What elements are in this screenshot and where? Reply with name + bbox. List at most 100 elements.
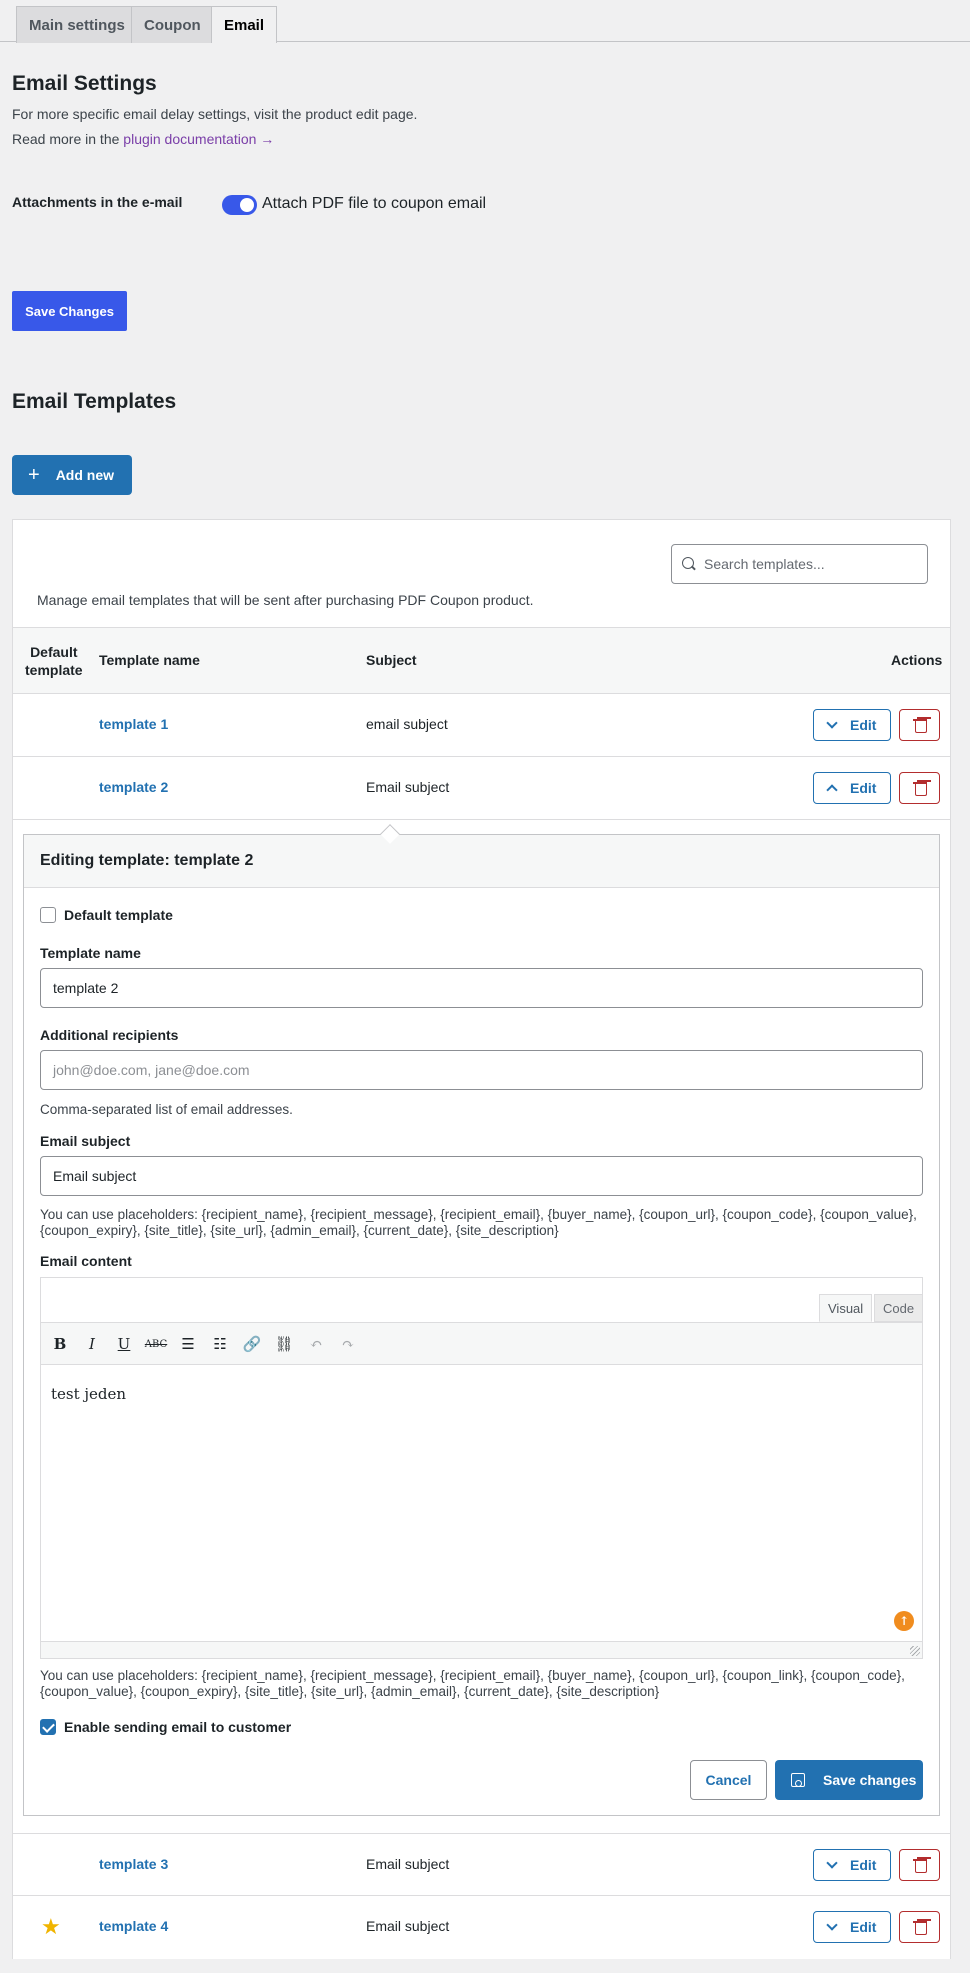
settings-intro: For more specific email delay settings, … — [12, 106, 418, 122]
toggle-knob — [240, 198, 254, 212]
recipients-input[interactable]: john@doe.com, jane@doe.com — [40, 1050, 923, 1090]
redo-icon[interactable]: ↷ — [337, 1334, 359, 1354]
col-template-name: Template name — [99, 652, 200, 668]
underline-icon[interactable]: U — [113, 1334, 135, 1354]
delete-button[interactable] — [899, 1849, 940, 1881]
edit-label: Edit — [850, 1919, 877, 1935]
trash-icon — [912, 1920, 927, 1935]
edit-button[interactable]: Edit — [813, 772, 891, 804]
editor-title: Editing template: template 2 — [40, 852, 254, 869]
col-actions: Actions — [891, 652, 943, 668]
numbered-list-icon[interactable]: ☷ — [209, 1334, 231, 1354]
cancel-button[interactable]: Cancel — [690, 1760, 767, 1800]
edit-label: Edit — [850, 1857, 877, 1873]
content-placeholders-help: You can use placeholders: {recipient_nam… — [40, 1668, 905, 1699]
template-name-label: Template name — [40, 945, 141, 961]
save-template-button[interactable]: Save changes — [775, 1760, 923, 1800]
attach-pdf-label: Attach PDF file to coupon email — [262, 195, 487, 212]
email-subject-input[interactable]: Email subject — [40, 1156, 923, 1196]
delete-button[interactable] — [899, 1911, 940, 1943]
page-title: Email Settings — [12, 72, 157, 95]
bullet-list-icon[interactable]: ☰ — [177, 1334, 199, 1354]
default-template-label: Default template — [64, 907, 173, 923]
templates-description: Manage email templates that will be sent… — [37, 592, 534, 608]
attachments-label: Attachments in the e-mail — [12, 194, 183, 210]
tab-code[interactable]: Code — [874, 1294, 924, 1322]
tab-visual[interactable]: Visual — [819, 1294, 873, 1322]
tab-coupon[interactable]: Coupon — [131, 6, 214, 43]
table-row: template 2 Email subject Edit — [13, 757, 950, 820]
col-default: Default template — [25, 643, 83, 679]
editor-statusbar — [41, 1641, 922, 1658]
template-subject: Email subject — [366, 1856, 450, 1872]
delete-button[interactable] — [899, 709, 940, 741]
read-more-prefix: Read more in the — [12, 131, 124, 147]
add-new-template-button[interactable]: + Add new — [12, 455, 132, 495]
search-box[interactable] — [671, 544, 928, 584]
strikethrough-icon[interactable]: ABC — [145, 1334, 167, 1354]
col-subject: Subject — [366, 652, 417, 668]
save-settings-button[interactable]: Save Changes — [12, 291, 127, 331]
col-default-line2: template — [25, 662, 83, 678]
recipients-help: Comma-separated list of email addresses. — [40, 1102, 293, 1117]
resize-handle-icon[interactable] — [910, 1646, 920, 1656]
default-star-icon[interactable]: ★ — [41, 1916, 61, 1938]
col-default-line1: Default — [30, 644, 78, 660]
template-name-link[interactable]: template 4 — [99, 1918, 168, 1934]
add-new-label: Add new — [55, 467, 115, 483]
templates-title: Email Templates — [12, 390, 177, 413]
email-subject-label: Email subject — [40, 1133, 131, 1149]
template-name-link[interactable]: template 2 — [99, 779, 168, 795]
template-subject: Email subject — [366, 1918, 450, 1934]
editor-header: Editing template: template 2 — [24, 835, 939, 888]
italic-icon[interactable]: I — [81, 1334, 103, 1354]
grammar-check-icon[interactable]: ↑ — [894, 1611, 914, 1631]
enable-sending-checkbox[interactable] — [40, 1719, 56, 1735]
save-template-label: Save changes — [823, 1772, 917, 1788]
save-icon — [791, 1773, 805, 1787]
template-editor-panel: Editing template: template 2 Default tem… — [23, 834, 940, 1816]
plus-icon: + — [28, 464, 40, 486]
edit-button[interactable]: Edit — [813, 709, 891, 741]
chevron-down-icon — [826, 1857, 838, 1869]
documentation-link[interactable]: plugin documentation → — [123, 131, 274, 147]
edit-label: Edit — [850, 717, 877, 733]
link-icon[interactable]: 🔗 — [241, 1334, 263, 1354]
delete-button[interactable] — [899, 772, 940, 804]
trash-icon — [912, 781, 927, 796]
templates-card: Manage email templates that will be sent… — [12, 519, 951, 1959]
bold-icon[interactable]: B — [49, 1334, 71, 1354]
search-input[interactable] — [704, 556, 904, 572]
template-name-link[interactable]: template 3 — [99, 1856, 168, 1872]
edit-button[interactable]: Edit — [813, 1911, 891, 1943]
edit-label: Edit — [850, 780, 877, 796]
table-row: ★ template 4 Email subject Edit — [13, 1896, 950, 1959]
trash-icon — [912, 718, 927, 733]
table-row: template 1 email subject Edit — [13, 694, 950, 757]
edit-button[interactable]: Edit — [813, 1849, 891, 1881]
table-row: template 3 Email subject Edit — [13, 1833, 950, 1896]
table-header: Default template Template name Subject A… — [13, 627, 950, 694]
tab-email[interactable]: Email — [211, 6, 278, 43]
template-subject: email subject — [366, 716, 448, 732]
undo-icon[interactable]: ↶ — [305, 1334, 327, 1354]
attach-pdf-toggle[interactable] — [222, 195, 257, 215]
template-name-input[interactable]: template 2 — [40, 968, 923, 1008]
read-more-line: Read more in the plugin documentation → — [12, 131, 274, 147]
search-icon — [682, 557, 696, 571]
enable-sending-label: Enable sending email to customer — [64, 1719, 292, 1735]
rich-text-editor: Visual Code B I U ABC ☰ ☷ 🔗 ⛓ ↶ ↷ test j… — [40, 1277, 924, 1659]
chevron-down-icon — [826, 1919, 838, 1931]
unlink-icon[interactable]: ⛓ — [273, 1334, 295, 1354]
editor-content-text: test jeden — [51, 1385, 127, 1403]
recipients-label: Additional recipients — [40, 1027, 179, 1043]
chevron-down-icon — [826, 717, 838, 729]
default-template-checkbox[interactable] — [40, 907, 56, 923]
tab-main-settings[interactable]: Main settings — [16, 6, 138, 43]
trash-icon — [912, 1858, 927, 1873]
subject-placeholders-help: You can use placeholders: {recipient_nam… — [40, 1207, 917, 1238]
template-name-link[interactable]: template 1 — [99, 716, 168, 732]
template-subject: Email subject — [366, 779, 450, 795]
email-content-label: Email content — [40, 1253, 132, 1269]
editor-content-area[interactable]: test jeden ↑ — [41, 1365, 922, 1641]
